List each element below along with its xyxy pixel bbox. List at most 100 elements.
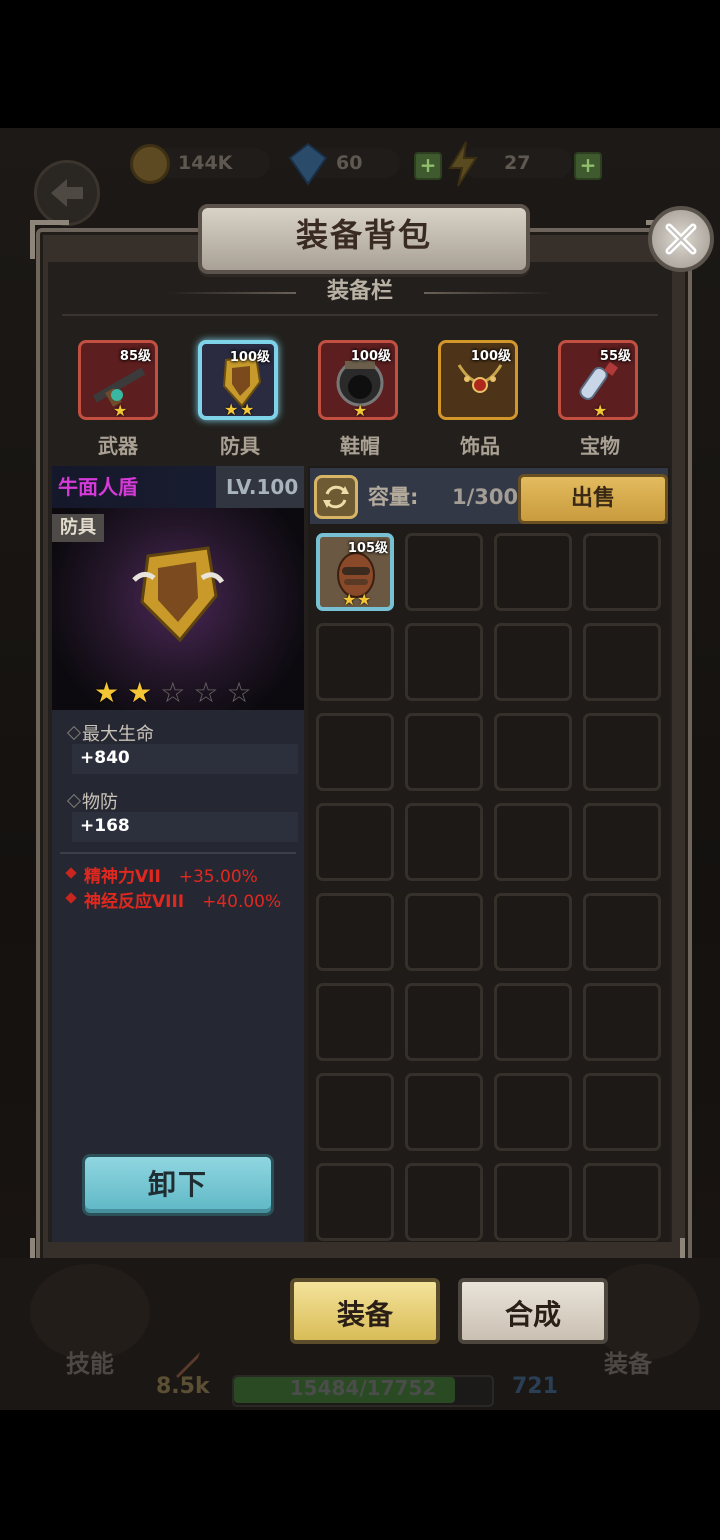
- star-icon: ★: [593, 401, 608, 420]
- capacity-value: 1/300: [452, 485, 519, 509]
- energy-value: 27: [504, 152, 531, 174]
- add-energy-button[interactable]: +: [574, 152, 602, 180]
- inventory-slot[interactable]: [583, 713, 661, 791]
- star-filled-icon: ★: [127, 676, 153, 709]
- unequip-button-label: 卸下: [147, 1168, 208, 1201]
- defense-value: 721: [512, 1374, 558, 1399]
- inventory-slot[interactable]: [316, 1163, 394, 1241]
- category-label-weapon: 武器: [98, 434, 138, 458]
- power-value: 8.5k: [156, 1374, 210, 1399]
- category-weapon[interactable]: 85级 ★: [78, 340, 158, 420]
- inventory-slot[interactable]: [405, 803, 483, 881]
- inventory-slot[interactable]: [405, 533, 483, 611]
- star-empty-icon: ☆: [193, 676, 219, 709]
- inventory-slot[interactable]: [583, 893, 661, 971]
- star-icon: ★: [353, 401, 368, 420]
- inventory-slot[interactable]: [405, 1163, 483, 1241]
- special-attr-value: +40.00%: [202, 892, 282, 912]
- inventory-slot[interactable]: [405, 893, 483, 971]
- back-arrow-icon: [51, 179, 83, 207]
- category-treasure[interactable]: 55级 ★: [558, 340, 638, 420]
- stat-value: +168: [80, 816, 130, 836]
- inventory-slot[interactable]: [583, 803, 661, 881]
- inventory-slot[interactable]: [316, 1073, 394, 1151]
- lightning-icon: [448, 141, 478, 187]
- category-label-armor: 防具: [220, 434, 260, 458]
- section-divider: [62, 314, 658, 316]
- inventory-slot[interactable]: [494, 623, 572, 701]
- category-level: 85级: [119, 349, 151, 364]
- inventory-slot[interactable]: [405, 623, 483, 701]
- inventory-slot[interactable]: [494, 803, 572, 881]
- gem-icon: [288, 142, 328, 186]
- inventory-slot[interactable]: [494, 1073, 572, 1151]
- category-level: 100级: [229, 350, 270, 365]
- category-accessory[interactable]: 100级: [438, 340, 518, 420]
- inventory-slot[interactable]: [494, 893, 572, 971]
- inventory-slot[interactable]: [316, 893, 394, 971]
- star-icon: ★: [342, 590, 357, 609]
- close-icon: [665, 223, 697, 255]
- star-icon: ★: [113, 401, 128, 420]
- category-label-treasure: 宝物: [580, 434, 620, 458]
- star-empty-icon: ☆: [160, 676, 186, 709]
- slot-item-level: 105级: [347, 541, 388, 556]
- sort-button[interactable]: [314, 475, 358, 519]
- stat-value: +840: [80, 748, 130, 768]
- inventory-slot[interactable]: [316, 803, 394, 881]
- back-button[interactable]: [34, 160, 100, 226]
- star-icon: ★: [240, 400, 255, 419]
- inventory-slot[interactable]: [316, 713, 394, 791]
- star-icon: ★: [224, 400, 239, 419]
- inventory-slot-filled[interactable]: 105级 ★ ★: [316, 533, 394, 611]
- inventory-slot[interactable]: [583, 533, 661, 611]
- stat-name: 物防: [82, 792, 118, 813]
- category-label-helmet: 鞋帽: [340, 434, 380, 458]
- inventory-slot[interactable]: [583, 623, 661, 701]
- special-attr-name: 精神力VII: [84, 867, 161, 887]
- equip-tab-button[interactable]: 装备: [290, 1278, 440, 1344]
- inventory-slot[interactable]: [405, 1073, 483, 1151]
- inventory-slot[interactable]: [494, 1163, 572, 1241]
- inventory-slot[interactable]: [583, 1163, 661, 1241]
- inventory-slot[interactable]: [494, 533, 572, 611]
- inventory-slot[interactable]: [583, 1073, 661, 1151]
- star-empty-icon: ☆: [226, 676, 252, 709]
- resource-bar: 144K 60 + 27 +: [0, 128, 720, 200]
- item-type-tag: 防具: [52, 514, 104, 542]
- category-armor[interactable]: 100级 ★ ★: [198, 340, 278, 420]
- special-attr: 精神力VII +35.00%: [84, 862, 258, 887]
- category-helmet[interactable]: 100级 ★: [318, 340, 398, 420]
- window-title: 装备背包: [295, 216, 432, 254]
- special-attr-value: +35.00%: [178, 867, 258, 887]
- close-button[interactable]: [648, 206, 714, 272]
- inventory-slot[interactable]: [494, 983, 572, 1061]
- category-level: 100级: [470, 349, 511, 364]
- equip-tab-label: 装备: [336, 1298, 393, 1331]
- inventory-slot[interactable]: [494, 713, 572, 791]
- skills-nav-label[interactable]: 技能: [66, 1344, 114, 1379]
- gear-nav-label[interactable]: 装备: [604, 1344, 652, 1379]
- inventory-slot[interactable]: [316, 983, 394, 1061]
- special-attr-name: 神经反应VIII: [84, 892, 185, 912]
- hp-value: 15484/17752: [289, 1376, 437, 1400]
- capacity-label: 容量:: [368, 485, 419, 509]
- special-attr: 神经反应VIII +40.00%: [84, 887, 281, 912]
- category-level: 100级: [350, 349, 391, 364]
- inventory-slot[interactable]: [583, 983, 661, 1061]
- stat-name: 最大生命: [82, 724, 154, 745]
- synthesize-tab-button[interactable]: 合成: [458, 1278, 608, 1344]
- inventory-slot[interactable]: [405, 713, 483, 791]
- star-filled-icon: ★: [94, 676, 120, 709]
- star-icon: ★: [357, 590, 372, 609]
- inventory-slot[interactable]: [405, 983, 483, 1061]
- item-star-rating: ★ ★ ☆ ☆ ☆: [94, 676, 252, 709]
- attr-divider: [60, 852, 296, 854]
- frame-corner-tl: [30, 220, 69, 259]
- shield-icon: [132, 546, 225, 643]
- synthesize-tab-label: 合成: [504, 1298, 561, 1331]
- sell-button-label: 出售: [570, 486, 615, 511]
- add-gems-button[interactable]: +: [414, 152, 442, 180]
- inventory-slot[interactable]: [316, 623, 394, 701]
- category-level: 55级: [599, 349, 631, 364]
